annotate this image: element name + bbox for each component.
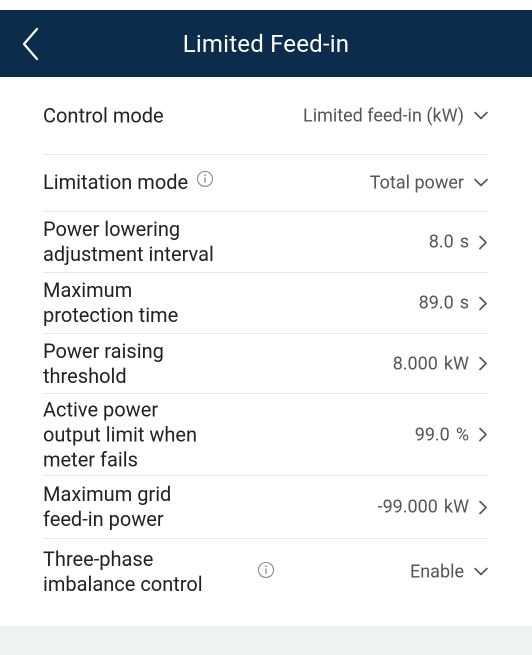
three-phase-imbalance-label: Three-phase imbalance control bbox=[43, 547, 203, 596]
chevron-down-icon[interactable] bbox=[474, 567, 488, 577]
control-mode-label: Control mode bbox=[43, 103, 164, 127]
max-grid-feed-in-power-value-group[interactable]: -99.000 kW bbox=[378, 497, 488, 518]
meter-fail-limit-row[interactable]: Active power output limit when meter fai… bbox=[43, 394, 488, 476]
app-header: Limited Feed-in bbox=[0, 10, 532, 77]
page-title: Limited Feed-in bbox=[182, 29, 350, 58]
max-grid-feed-in-power-value: -99.000 bbox=[377, 496, 438, 518]
power-raising-threshold-label: Power raising threshold bbox=[43, 338, 164, 388]
control-mode-value: Limited feed-in (kW) bbox=[303, 105, 464, 126]
three-phase-imbalance-row[interactable]: Three-phase imbalance control Enable bbox=[43, 539, 488, 605]
three-phase-imbalance-value-group[interactable]: Enable bbox=[410, 562, 488, 583]
meter-fail-limit-value: 99.0 bbox=[414, 424, 450, 445]
limitation-mode-value-group[interactable]: Total power bbox=[370, 173, 488, 194]
max-protection-time-label: Maximum protection time bbox=[43, 278, 179, 327]
chevron-right-icon[interactable] bbox=[479, 427, 488, 442]
power-lowering-interval-label: Power lowering adjustment interval bbox=[43, 217, 214, 266]
control-mode-row[interactable]: Control mode Limited feed-in (kW) bbox=[43, 77, 488, 155]
limitation-mode-value: Total power bbox=[369, 172, 464, 194]
max-protection-time-unit: s bbox=[459, 292, 469, 314]
limitation-mode-label: Limitation mode bbox=[43, 169, 189, 194]
power-raising-threshold-row[interactable]: Power raising threshold 8.000 kW bbox=[43, 334, 488, 394]
max-grid-feed-in-power-row[interactable]: Maximum grid feed-in power -99.000 kW bbox=[43, 476, 488, 539]
chevron-right-icon[interactable] bbox=[479, 296, 488, 310]
chevron-right-icon[interactable] bbox=[479, 235, 488, 249]
limitation-mode-row[interactable]: Limitation mode Total power bbox=[43, 155, 488, 212]
status-strip bbox=[0, 0, 532, 10]
footer-band bbox=[0, 626, 532, 655]
meter-fail-limit-label: Active power output limit when meter fai… bbox=[43, 397, 198, 471]
max-grid-feed-in-power-unit: kW bbox=[443, 496, 469, 518]
chevron-down-icon[interactable] bbox=[474, 178, 488, 188]
max-grid-feed-in-power-label: Maximum grid feed-in power bbox=[43, 482, 172, 531]
limitation-mode-label-group: Limitation mode bbox=[43, 170, 214, 196]
max-protection-time-value: 89.0 bbox=[418, 292, 454, 314]
max-protection-time-value-group[interactable]: 89.0 s bbox=[419, 293, 488, 314]
three-phase-imbalance-value: Enable bbox=[410, 561, 464, 583]
power-raising-threshold-value: 8.000 bbox=[392, 353, 438, 374]
meter-fail-limit-unit: % bbox=[455, 424, 469, 445]
power-raising-threshold-value-group[interactable]: 8.000 kW bbox=[393, 353, 488, 374]
settings-list: Control mode Limited feed-in (kW) Limita… bbox=[0, 77, 532, 605]
power-raising-threshold-unit: kW bbox=[443, 353, 469, 374]
info-icon[interactable] bbox=[257, 561, 275, 583]
info-icon[interactable] bbox=[196, 169, 214, 194]
power-lowering-interval-unit: s bbox=[459, 231, 469, 253]
control-mode-value-group[interactable]: Limited feed-in (kW) bbox=[303, 105, 488, 126]
chevron-right-icon[interactable] bbox=[479, 356, 488, 371]
power-lowering-interval-value-group[interactable]: 8.0 s bbox=[429, 232, 488, 253]
power-lowering-interval-value: 8.0 bbox=[428, 231, 454, 253]
meter-fail-limit-value-group[interactable]: 99.0 % bbox=[415, 424, 488, 445]
max-protection-time-row[interactable]: Maximum protection time 89.0 s bbox=[43, 273, 488, 334]
chevron-down-icon[interactable] bbox=[474, 111, 488, 120]
chevron-right-icon[interactable] bbox=[479, 500, 488, 514]
power-lowering-interval-row[interactable]: Power lowering adjustment interval 8.0 s bbox=[43, 212, 488, 273]
